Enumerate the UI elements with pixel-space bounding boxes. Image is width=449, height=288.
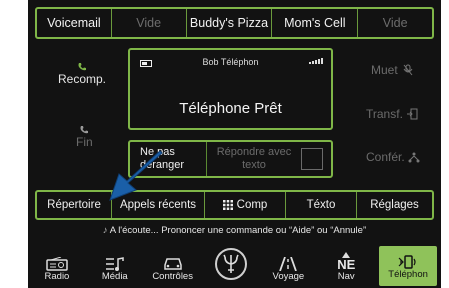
nav-navigation-label: Nav [337,271,355,282]
radio-icon [46,257,68,271]
end-call-button[interactable]: Fin [76,125,93,149]
tab-settings[interactable]: Réglages [357,192,432,218]
transfer-label: Transf. [366,107,403,121]
tab-text[interactable]: Téxto [286,192,357,218]
redial-button[interactable]: Recomp. [58,62,106,86]
phone-bluetooth-icon [398,255,416,269]
nav-media[interactable]: Média [86,240,144,288]
mute-button[interactable]: Muet [371,63,413,77]
media-icon [105,257,124,271]
trident-logo-icon [214,248,247,280]
voice-prompt-text: A l'écoute... Prononcer une commande ou … [109,225,367,236]
favorite-empty-1[interactable]: Vide [112,9,187,37]
nav-controls[interactable]: Contrôles [144,240,202,288]
conference-button[interactable]: Confér. [366,150,420,164]
transfer-icon [406,108,418,120]
transfer-button[interactable]: Transf. [366,107,418,121]
voice-icon: ♪ [102,225,108,236]
caller-name: Bob Téléphon [202,57,259,67]
callout-arrow-icon [109,150,163,201]
nav-controls-label: Contrôles [152,271,193,282]
tab-keypad-label: Comp [236,199,268,211]
road-icon [279,257,298,271]
nav-radio[interactable]: Radio [28,240,86,288]
signal-icon [309,58,323,64]
phone-status-panel: Bob Téléphon Téléphone Prêt [128,48,333,130]
voice-prompt: ♪ A l'écoute... Prononcer une commande o… [28,225,441,236]
nav-radio-label: Radio [44,271,70,282]
car-controls-icon [163,258,182,270]
mute-label: Muet [371,63,398,77]
tab-keypad[interactable]: Comp [205,192,286,218]
phone-tabs: Répertoire Appels récents Comp Téxto Rég… [35,190,434,220]
reply-text-checkbox[interactable] [301,148,323,170]
nav-phone-label: Téléphon [388,269,428,280]
conference-icon [408,152,420,163]
nav-trip[interactable]: Voyage [259,240,317,288]
compass-heading: NE [337,257,356,272]
nav-home[interactable] [202,240,260,288]
favorite-buddys-pizza[interactable]: Buddy's Pizza [187,9,273,37]
nav-trip-label: Voyage [272,271,305,282]
uconnect-screen: Voicemail Vide Buddy's Pizza Mom's Cell … [28,0,441,288]
phone-icon [80,126,89,134]
reply-with-text-button[interactable]: Répondre avec texto [207,142,301,176]
favorite-moms-cell[interactable]: Mom's Cell [272,9,359,37]
favorites-row: Voicemail Vide Buddy's Pizza Mom's Cell … [35,7,434,39]
nav-media-label: Média [101,271,128,282]
tab-directory[interactable]: Répertoire [37,192,112,218]
mute-mic-icon [403,64,413,76]
redial-label: Recomp. [58,72,107,86]
conference-label: Confér. [366,150,405,164]
nav-navigation[interactable]: NE Nav [317,240,375,288]
end-call-label: Fin [76,135,93,149]
favorite-empty-2[interactable]: Vide [358,9,432,37]
favorite-voicemail[interactable]: Voicemail [37,9,112,37]
keypad-icon [222,200,233,210]
bottom-nav: Radio Média Contrôles Voyage NE Nav Télé… [28,240,441,288]
phone-icon [78,63,87,71]
nav-phone[interactable]: Téléphon [379,246,438,286]
phone-status-text: Téléphone Prêt [179,100,282,117]
